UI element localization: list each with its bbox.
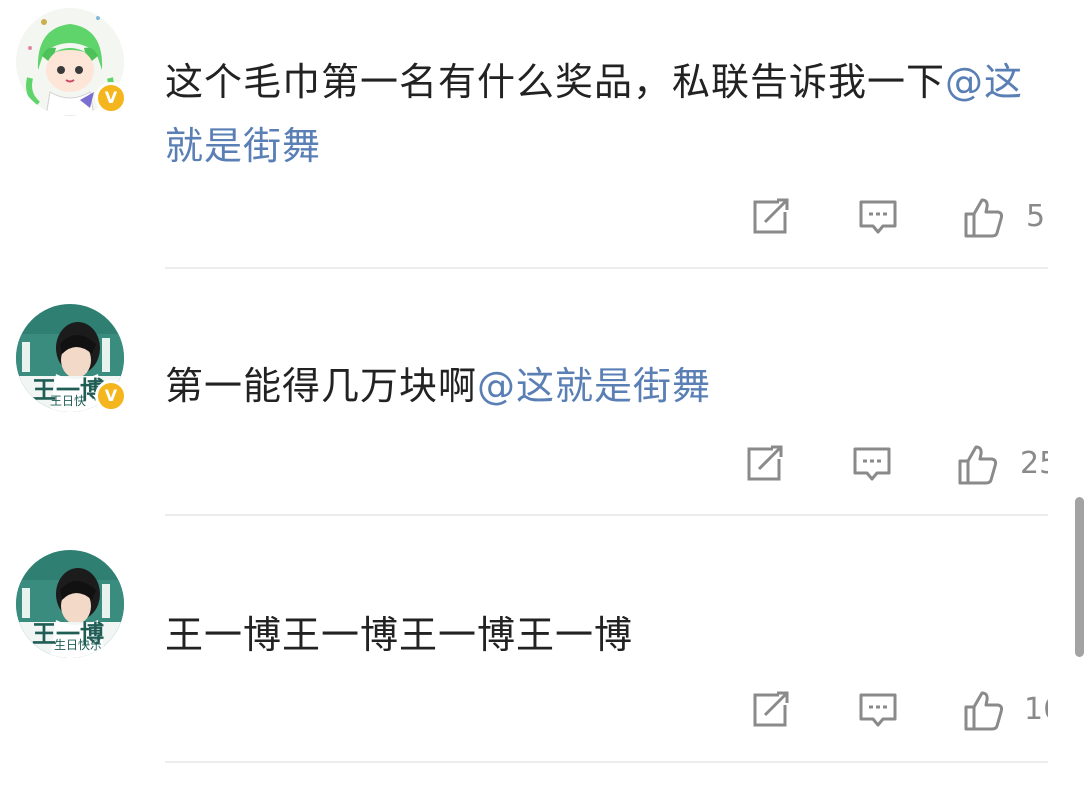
verified-badge-icon: V — [95, 82, 127, 114]
share-icon[interactable] — [749, 689, 791, 731]
divider — [165, 514, 1048, 516]
mention-link[interactable]: @这就是街舞 — [477, 364, 711, 408]
comment-icon[interactable] — [857, 196, 899, 238]
scrollbar[interactable] — [1075, 497, 1084, 657]
comment-icon[interactable] — [851, 443, 893, 485]
avatar[interactable]: 王一博 生日快乐 — [16, 550, 124, 658]
comment-actions: 16 — [0, 689, 1089, 739]
comment-text: 王一博王一博王一博王一博 — [165, 603, 1055, 667]
avatar-subcaption: 生日快乐 — [54, 638, 103, 652]
comment-feed: V 这个毛巾第一名有什么奖品，私联告诉我一下@这就是街舞 5 王一博 王日快 V… — [0, 0, 1089, 793]
thumbs-up-icon[interactable] — [956, 443, 998, 485]
comment-text: 这个毛巾第一名有什么奖品，私联告诉我一下@这就是街舞 — [165, 50, 1055, 178]
comment-text: 第一能得几万块啊@这就是街舞 — [165, 354, 1055, 418]
like-count: 25 — [1020, 446, 1048, 481]
thumbs-up-icon[interactable] — [962, 689, 1004, 731]
comment-body: 第一能得几万块啊 — [165, 364, 478, 408]
comment-actions: 5 — [0, 196, 1089, 246]
verified-badge-icon: V — [95, 380, 127, 412]
like-count: 5 — [1026, 199, 1046, 234]
thumbs-up-icon[interactable] — [962, 196, 1004, 238]
divider — [165, 267, 1048, 269]
like-count: 16 — [1024, 692, 1048, 727]
comment-icon[interactable] — [857, 689, 899, 731]
share-icon[interactable] — [743, 443, 785, 485]
share-icon[interactable] — [749, 196, 791, 238]
comment-actions: 25 — [0, 443, 1089, 493]
comment-body: 这个毛巾第一名有什么奖品，私联告诉我一下 — [165, 60, 946, 104]
comment-body: 王一博王一博王一博王一博 — [165, 613, 634, 657]
avatar-subcaption: 王日快 — [50, 394, 87, 408]
divider — [165, 761, 1048, 763]
